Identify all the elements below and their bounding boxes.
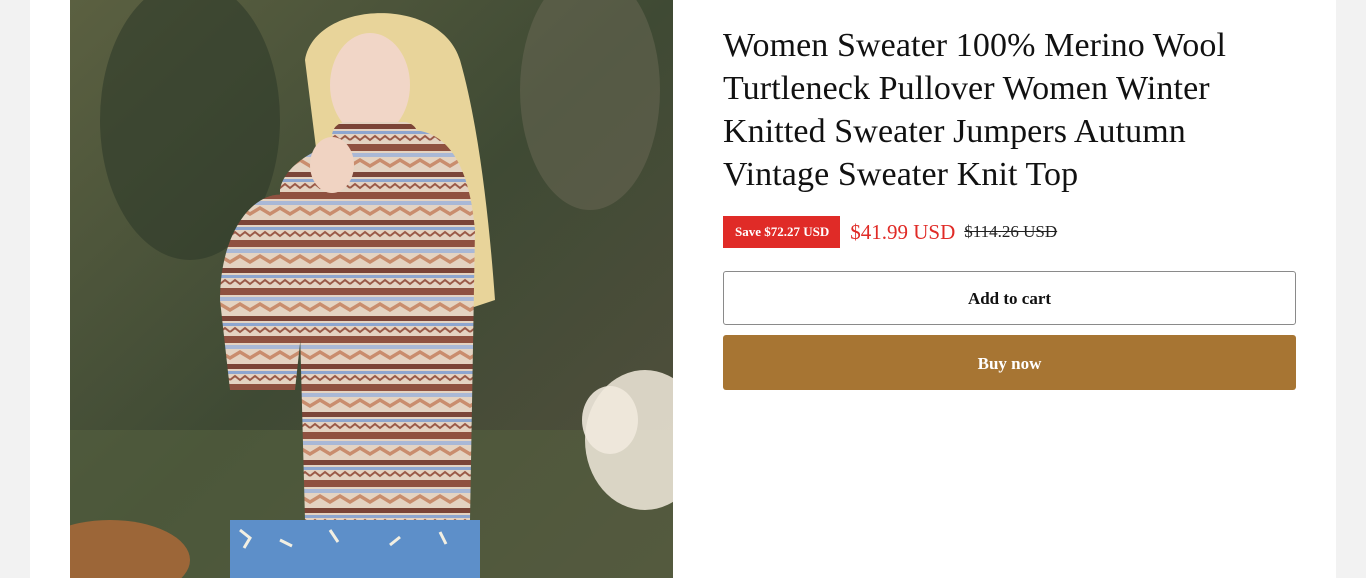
product-info: Women Sweater 100% Merino Wool Turtlenec… bbox=[723, 24, 1296, 390]
product-title: Women Sweater 100% Merino Wool Turtlenec… bbox=[723, 27, 1227, 193]
sale-price: $41.99 USD bbox=[850, 219, 956, 244]
compare-at-price: $114.26 USD bbox=[964, 222, 1058, 241]
add-to-cart-button[interactable]: Add to cart bbox=[723, 271, 1296, 325]
product-page: Women Sweater 100% Merino Wool Turtlenec… bbox=[30, 0, 1336, 578]
price-row: Save $72.27 USD $41.99 USD $114.26 USD bbox=[723, 216, 1296, 248]
buy-now-button[interactable]: Buy now bbox=[723, 335, 1296, 390]
save-badge: Save $72.27 USD bbox=[723, 216, 841, 248]
product-image[interactable] bbox=[70, 0, 673, 578]
